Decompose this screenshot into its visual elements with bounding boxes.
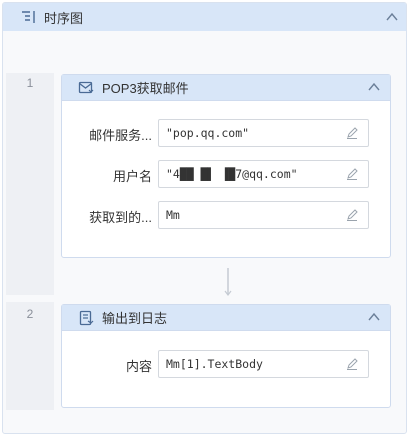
step-title: POP3获取邮件 xyxy=(102,81,189,96)
username-input[interactable]: "4██ █▌ ▐█7@qq.com" xyxy=(158,160,369,188)
field-label: 邮件服务... xyxy=(89,128,152,143)
field-row-content: 内容 Mm[1].TextBody xyxy=(62,350,390,378)
step-gutter xyxy=(6,73,54,295)
sequence-diagram-icon xyxy=(20,9,36,25)
step-card-header[interactable]: 输出到日志 xyxy=(62,305,390,331)
content-input[interactable]: Mm[1].TextBody xyxy=(158,350,369,378)
pencil-icon[interactable] xyxy=(345,208,359,222)
field-label: 获取到的... xyxy=(89,210,152,225)
chevron-up-icon[interactable] xyxy=(384,9,400,25)
field-label: 内容 xyxy=(125,359,152,374)
field-value: Mm xyxy=(166,208,180,222)
log-output-icon xyxy=(78,310,94,326)
pencil-icon[interactable] xyxy=(345,357,359,371)
panel-title: 时序图 xyxy=(44,10,84,26)
step-number: 2 xyxy=(26,307,34,321)
field-label: 用户名 xyxy=(112,169,152,184)
field-value: Mm[1].TextBody xyxy=(166,357,263,371)
chevron-up-icon[interactable] xyxy=(366,309,382,325)
panel-header: 时序图 xyxy=(3,3,406,31)
step-card-pop3[interactable]: POP3获取邮件 邮件服务... "pop.qq.com" 用户名 "4██ █… xyxy=(61,74,391,258)
step-card-header[interactable]: POP3获取邮件 xyxy=(62,75,390,101)
step-card-log[interactable]: 输出到日志 内容 Mm[1].TextBody xyxy=(61,304,391,408)
step-number: 1 xyxy=(26,76,34,90)
sequence-panel: 时序图 1 POP3获取邮件 邮件服务... "pop.qq.com" 用户名 … xyxy=(2,2,407,434)
pencil-icon[interactable] xyxy=(345,126,359,140)
field-row-result-variable: 获取到的... Mm xyxy=(62,201,390,229)
field-value: "4██ █▌ ▐█7@qq.com" xyxy=(166,167,298,181)
flow-connector-arrow xyxy=(224,268,232,296)
step-title: 输出到日志 xyxy=(102,311,168,326)
chevron-up-icon[interactable] xyxy=(366,79,382,95)
field-value: "pop.qq.com" xyxy=(166,126,250,140)
mail-server-input[interactable]: "pop.qq.com" xyxy=(158,119,369,147)
mail-receive-icon xyxy=(78,80,94,96)
pencil-icon[interactable] xyxy=(345,167,359,181)
field-row-username: 用户名 "4██ █▌ ▐█7@qq.com" xyxy=(62,160,390,188)
field-row-mail-server: 邮件服务... "pop.qq.com" xyxy=(62,119,390,147)
result-variable-input[interactable]: Mm xyxy=(158,201,369,229)
